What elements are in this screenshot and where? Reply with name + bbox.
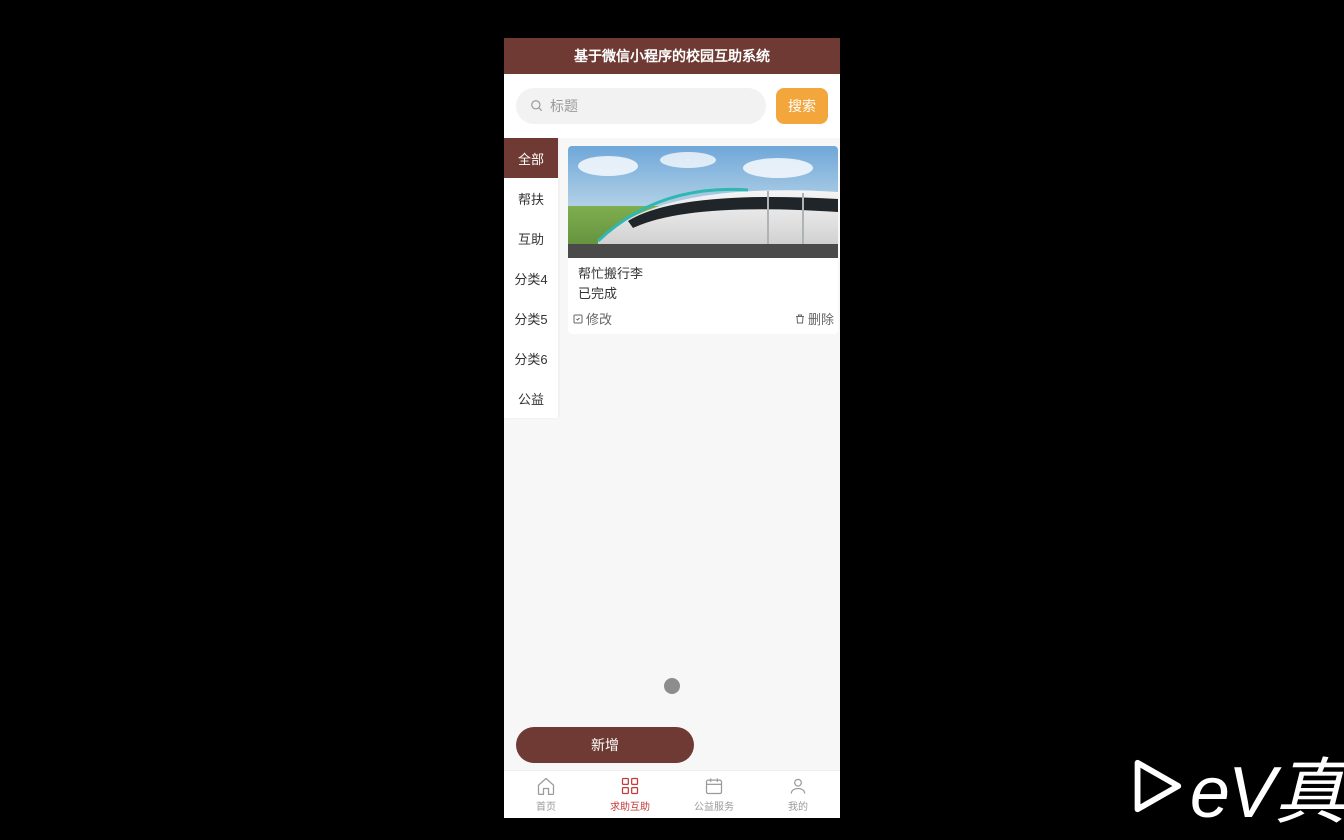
grid-icon bbox=[620, 776, 640, 796]
sidebar-item-cat4[interactable]: 分类4 bbox=[504, 258, 558, 298]
category-sidebar: 全部 帮扶 互助 分类4 分类5 分类6 公益 bbox=[504, 138, 558, 418]
page-title: 基于微信小程序的校园互助系统 bbox=[504, 38, 840, 74]
sidebar-item-mutual[interactable]: 互助 bbox=[504, 218, 558, 258]
tab-charity[interactable]: 公益服务 bbox=[672, 771, 756, 818]
user-icon bbox=[788, 776, 808, 796]
calendar-icon bbox=[704, 776, 724, 796]
search-button[interactable]: 搜索 bbox=[776, 88, 828, 124]
card-image-train bbox=[568, 146, 838, 258]
loading-indicator bbox=[664, 678, 680, 694]
search-icon bbox=[530, 99, 544, 113]
tab-mine[interactable]: 我的 bbox=[756, 771, 840, 818]
sidebar-item-cat5[interactable]: 分类5 bbox=[504, 298, 558, 338]
trash-icon bbox=[794, 313, 806, 325]
edit-button[interactable]: 修改 bbox=[572, 309, 612, 328]
search-box[interactable] bbox=[516, 88, 766, 124]
sidebar-item-charity[interactable]: 公益 bbox=[504, 378, 558, 418]
home-icon bbox=[536, 776, 556, 796]
search-row: 搜索 bbox=[504, 74, 840, 138]
edit-icon bbox=[572, 313, 584, 325]
sidebar-item-cat6[interactable]: 分类6 bbox=[504, 338, 558, 378]
watermark: eV真 bbox=[1124, 733, 1344, 838]
app-frame: 基于微信小程序的校园互助系统 搜索 全部 帮扶 互助 分类4 分类5 分类6 公… bbox=[504, 38, 840, 818]
play-icon bbox=[1124, 755, 1186, 817]
sidebar-item-help[interactable]: 帮扶 bbox=[504, 178, 558, 218]
sidebar-item-all[interactable]: 全部 bbox=[504, 138, 558, 178]
card-status: 已完成 bbox=[578, 284, 828, 304]
tab-home[interactable]: 首页 bbox=[504, 771, 588, 818]
add-button[interactable]: 新增 bbox=[516, 727, 694, 763]
search-input[interactable] bbox=[550, 98, 752, 114]
content-area: 全部 帮扶 互助 分类4 分类5 分类6 公益 bbox=[504, 138, 840, 770]
main-list: 帮忙搬行李 已完成 修改 删除 bbox=[558, 138, 840, 770]
list-item[interactable]: 帮忙搬行李 已完成 修改 删除 bbox=[568, 146, 838, 334]
delete-button[interactable]: 删除 bbox=[794, 309, 834, 328]
tab-help[interactable]: 求助互助 bbox=[588, 771, 672, 818]
card-body: 帮忙搬行李 已完成 bbox=[568, 258, 838, 307]
tab-bar: 首页 求助互助 公益服务 我的 bbox=[504, 770, 840, 818]
card-actions: 修改 删除 bbox=[568, 307, 838, 334]
card-title: 帮忙搬行李 bbox=[578, 264, 828, 284]
